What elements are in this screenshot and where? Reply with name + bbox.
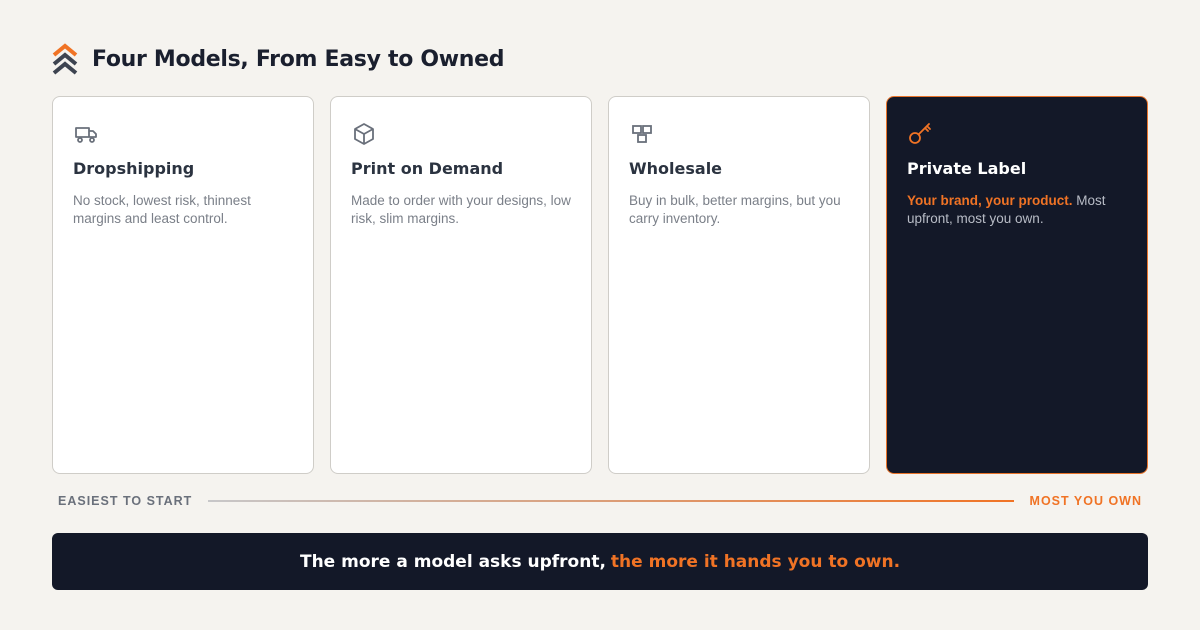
double-chevron-up-icon <box>52 43 78 75</box>
card-title: Wholesale <box>629 159 723 178</box>
card-private-label: Private Label Your brand, your product. … <box>886 96 1148 474</box>
key-icon <box>909 123 931 144</box>
summary-banner: The more a model asks upfront, the more … <box>52 533 1148 590</box>
banner-accent-text: the more it hands you to own. <box>610 551 901 572</box>
card-title: Private Label <box>907 159 1027 178</box>
page-title: Four Models, From Easy to Owned <box>92 46 505 72</box>
card-description: Made to order with your designs, low ris… <box>351 193 571 226</box>
stacked-boxes-icon <box>632 125 652 143</box>
card-description: Buy in bulk, better margins, but you car… <box>629 193 841 226</box>
truck-icon <box>75 127 97 143</box>
card-dropshipping: Dropshipping No stock, lowest risk, thin… <box>52 96 314 474</box>
model-cards: Dropshipping No stock, lowest risk, thin… <box>52 96 1148 474</box>
scale-start-label: EASIEST TO START <box>58 494 193 508</box>
card-highlight: Your brand, your product. <box>907 193 1073 208</box>
card-description: No stock, lowest risk, thinnest margins … <box>73 193 251 226</box>
banner-text: The more a model asks upfront, <box>299 551 606 572</box>
card-print-on-demand: Print on Demand Made to order with your … <box>330 96 592 474</box>
ownership-scale: EASIEST TO START MOST YOU OWN <box>58 494 1142 508</box>
card-title: Print on Demand <box>351 159 504 178</box>
scale-gradient-line <box>208 500 1014 502</box>
card-description: Your brand, your product. Most upfront, … <box>907 192 1127 228</box>
card-wholesale: Wholesale Buy in bulk, better margins, b… <box>608 96 870 474</box>
scale-end-label: MOST YOU OWN <box>1029 494 1142 508</box>
card-title: Dropshipping <box>73 159 195 178</box>
box-icon <box>354 123 374 145</box>
page-header: Four Models, From Easy to Owned <box>52 42 505 76</box>
